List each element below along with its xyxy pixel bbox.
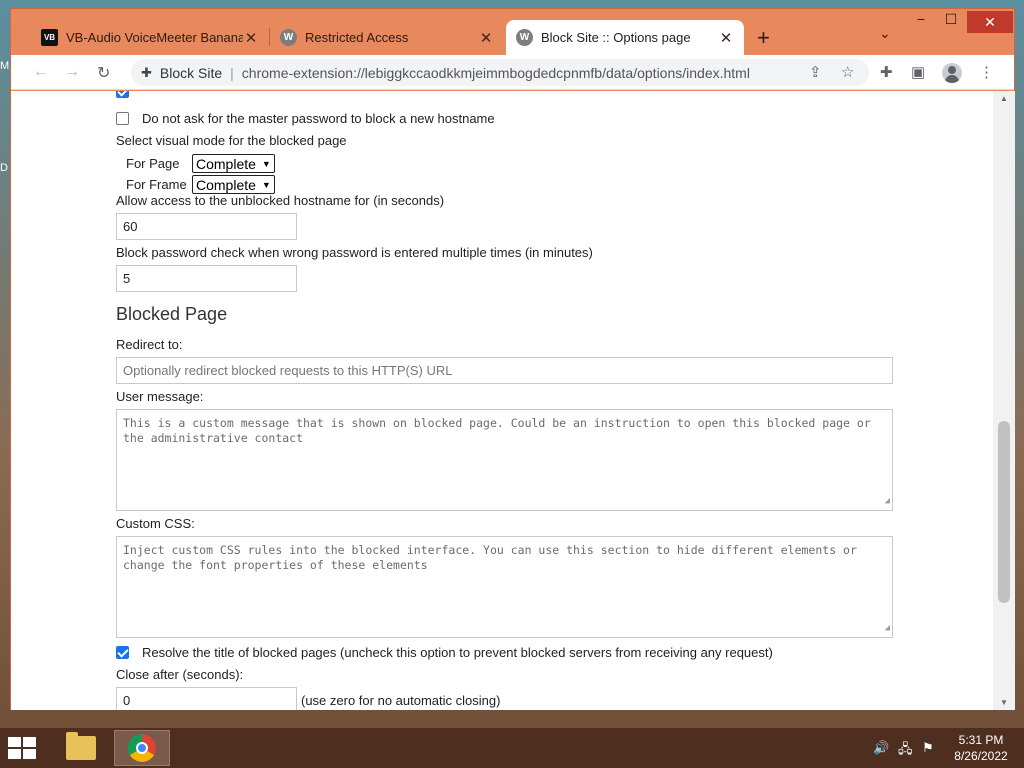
w-favicon-icon: W — [516, 29, 533, 46]
hidden-option-checkbox[interactable] — [116, 91, 129, 98]
action-center-flag-icon[interactable]: ⚑ — [922, 740, 934, 756]
maximize-icon[interactable]: ☐ — [934, 11, 968, 28]
voicemeeter-favicon-icon: VB — [41, 29, 58, 46]
scrollbar-thumb[interactable] — [998, 421, 1010, 603]
clock-time: 5:31 PM — [958, 733, 1004, 747]
master-password-option[interactable]: Do not ask for the master password to bl… — [116, 111, 495, 126]
allow-access-input[interactable]: 60 — [116, 213, 297, 240]
folder-icon — [66, 732, 96, 760]
address-bar[interactable]: ✚ Block Site | chrome-extension://lebigg… — [131, 59, 869, 86]
windows-start-icon[interactable] — [8, 737, 38, 759]
user-message-textarea[interactable]: This is a custom message that is shown o… — [116, 409, 893, 511]
tab-label: VB-Audio VoiceMeeter Banana — [66, 30, 243, 45]
browser-toolbar: ← → ↻ ✚ Block Site | chrome-extension://… — [11, 55, 1014, 90]
tab-label: Block Site :: Options page — [541, 30, 691, 45]
for-page-label: For Page — [126, 156, 180, 171]
user-message-label: User message: — [116, 389, 204, 404]
close-tab-icon[interactable]: ✕ — [243, 29, 259, 47]
user-message-placeholder: This is a custom message that is shown o… — [123, 416, 871, 445]
page-scrollbar[interactable]: ▲ ▼ — [993, 91, 1015, 710]
master-password-checkbox[interactable] — [116, 112, 129, 125]
chevron-down-icon[interactable]: ⌄ — [879, 25, 891, 42]
chrome-taskbar-button[interactable] — [114, 730, 170, 766]
reload-icon[interactable]: ↻ — [97, 63, 110, 83]
for-page-select[interactable]: Complete ▼ — [192, 154, 275, 173]
chevron-down-icon: ▼ — [261, 179, 271, 190]
tab-voicemeeter[interactable]: VB VB-Audio VoiceMeeter Banana ✕ — [31, 20, 269, 55]
close-tab-icon[interactable]: ✕ — [478, 29, 494, 47]
speaker-icon[interactable]: 🔊 — [873, 740, 889, 756]
file-explorer-taskbar-button[interactable] — [53, 730, 109, 766]
custom-css-placeholder: Inject custom CSS rules into the blocked… — [123, 543, 857, 572]
visual-mode-label: Select visual mode for the blocked page — [116, 133, 347, 148]
site-name: Block Site — [159, 64, 223, 81]
taskbar-clock[interactable]: 5:31 PM 8/26/2022 — [946, 732, 1016, 764]
desktop-edge-letter: M — [0, 60, 10, 72]
for-page-value: Complete — [196, 155, 256, 172]
resize-grip-icon[interactable]: ◢ — [885, 494, 890, 509]
share-icon[interactable]: ⇪ — [809, 63, 822, 81]
tab-strip: VB VB-Audio VoiceMeeter Banana ✕ W Restr… — [11, 9, 1014, 55]
options-page: Do not ask for the master password to bl… — [11, 91, 993, 710]
for-frame-value: Complete — [196, 176, 256, 193]
new-tab-icon[interactable]: + — [757, 25, 770, 51]
redirect-input[interactable]: Optionally redirect blocked requests to … — [116, 357, 893, 384]
for-frame-select[interactable]: Complete ▼ — [192, 175, 275, 194]
block-password-input[interactable]: 5 — [116, 265, 297, 292]
forward-icon[interactable]: → — [64, 63, 80, 81]
tab-label: Restricted Access — [305, 30, 409, 45]
scroll-up-icon[interactable]: ▲ — [993, 94, 1015, 103]
tab-block-site-options[interactable]: W Block Site :: Options page ✕ — [506, 20, 744, 55]
profile-avatar-icon[interactable] — [942, 63, 962, 83]
tab-restricted-access[interactable]: W Restricted Access ✕ — [270, 20, 504, 55]
browser-window: VB VB-Audio VoiceMeeter Banana ✕ W Restr… — [10, 8, 1015, 710]
for-frame-label: For Frame — [126, 177, 187, 192]
url-text: chrome-extension://lebiggkccaodkkmjeimmb… — [241, 64, 750, 81]
allow-access-label: Allow access to the unblocked hostname f… — [116, 193, 445, 208]
close-tab-icon[interactable]: ✕ — [718, 29, 734, 47]
scroll-down-icon[interactable]: ▼ — [993, 698, 1015, 707]
for-page-row: For Page Complete ▼ — [126, 154, 275, 173]
for-frame-row: For Frame Complete ▼ — [126, 175, 275, 194]
resolve-title-checkbox[interactable] — [116, 646, 129, 659]
chrome-icon — [128, 734, 156, 762]
omnibox-separator: | — [230, 64, 234, 81]
menu-kebab-icon[interactable]: ⋮ — [979, 63, 994, 81]
block-password-label: Block password check when wrong password… — [116, 245, 593, 260]
back-icon[interactable]: ← — [33, 63, 49, 81]
close-window-icon[interactable]: ✕ — [967, 11, 1013, 33]
desktop-edge-letter: D — [0, 162, 8, 174]
redirect-label: Redirect to: — [116, 337, 183, 352]
master-password-label: Do not ask for the master password to bl… — [142, 111, 495, 126]
network-icon[interactable]: 🖧 — [898, 740, 913, 762]
bookmark-star-icon[interactable]: ☆ — [841, 63, 854, 81]
resolve-title-option[interactable]: Resolve the title of blocked pages (unch… — [116, 645, 773, 660]
extension-puzzle-icon: ✚ — [141, 64, 152, 80]
hidden-option-row — [116, 91, 142, 98]
side-panel-icon[interactable]: ▣ — [911, 63, 925, 81]
chevron-down-icon: ▼ — [261, 158, 271, 169]
close-after-label: Close after (seconds): — [116, 667, 244, 682]
clock-date: 8/26/2022 — [954, 749, 1008, 763]
w-favicon-icon: W — [280, 29, 297, 46]
blocked-page-heading: Blocked Page — [116, 304, 228, 324]
close-after-input[interactable]: 0 — [116, 687, 297, 710]
custom-css-textarea[interactable]: Inject custom CSS rules into the blocked… — [116, 536, 893, 638]
custom-css-label: Custom CSS: — [116, 516, 195, 531]
resolve-title-label: Resolve the title of blocked pages (unch… — [142, 645, 773, 660]
extensions-icon[interactable]: ✚ — [880, 63, 893, 81]
close-after-hint: (use zero for no automatic closing) — [301, 693, 501, 708]
resize-grip-icon[interactable]: ◢ — [885, 621, 890, 636]
minimize-icon[interactable]: − — [904, 11, 938, 27]
taskbar: 🔊 🖧 ⚑ 5:31 PM 8/26/2022 — [0, 728, 1024, 768]
